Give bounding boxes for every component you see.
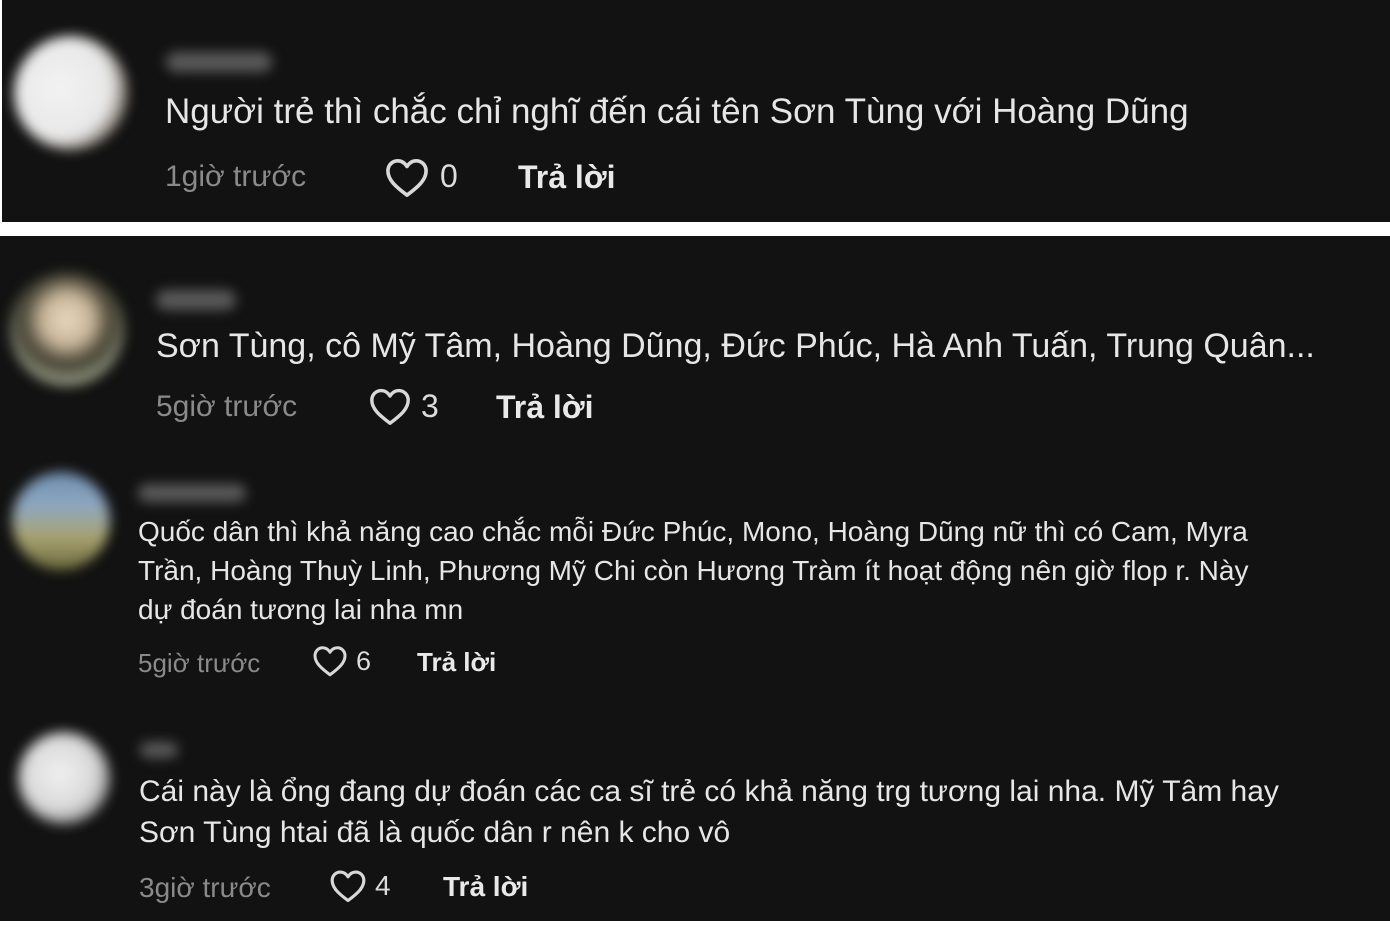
reply-button[interactable]: Trả lời [443,869,528,905]
avatar[interactable] [18,732,110,824]
comments-panel: Sơn Tùng, cô Mỹ Tâm, Hoàng Dũng, Đức Phú… [0,236,1390,684]
comment-time: 1giờ trước [165,160,307,193]
like-count: 4 [375,870,391,901]
reply-button[interactable]: Trả lời [417,645,496,679]
like-count: 6 [356,646,372,676]
comment-time: 3giờ trước [139,872,271,903]
username-blurred[interactable] [166,52,272,72]
reply-button[interactable]: Trả lời [496,387,593,427]
username-blurred[interactable] [138,484,246,502]
comment-line: Sơn Tùng htai đã là quốc dân r nên k cho… [139,816,731,849]
comment-text: Cái này là ổng đang dự đoán các ca sĩ tr… [139,771,1279,853]
avatar[interactable] [12,472,110,570]
comment-line: dự đoán tương lai nha mn [138,594,464,625]
comment-time: 5giờ trước [156,390,298,423]
reply-button[interactable]: Trả lời [518,157,615,197]
comment-line: Cái này là ổng đang dự đoán các ca sĩ tr… [139,775,1279,808]
comment-4: Cái này là ổng đang dự đoán các ca sĩ tr… [0,684,1390,921]
comment-text: Quốc dân thì khả năng cao chắc mỗi Đức P… [138,512,1248,629]
comment-line: Trần, Hoàng Thuỳ Linh, Phương Mỹ Chi còn… [138,555,1249,586]
username-blurred[interactable] [156,290,236,310]
comment-line: Quốc dân thì khả năng cao chắc mỗi Đức P… [138,516,1248,547]
heart-icon[interactable] [312,644,348,677]
comment-text: Sơn Tùng, cô Mỹ Tâm, Hoàng Dũng, Đức Phú… [156,327,1315,365]
comment-text: Người trẻ thì chắc chỉ nghĩ đến cái tên … [165,92,1189,131]
username-blurred[interactable] [140,742,178,758]
like-count: 3 [421,388,439,424]
avatar[interactable] [10,272,124,386]
comment-time: 5giờ trước [138,648,261,678]
avatar[interactable] [14,36,128,150]
comment-1: Người trẻ thì chắc chỉ nghĩ đến cái tên … [2,0,1390,222]
heart-icon[interactable] [384,156,430,198]
heart-icon[interactable] [368,386,412,426]
like-count: 0 [440,158,458,194]
heart-icon[interactable] [329,868,367,903]
